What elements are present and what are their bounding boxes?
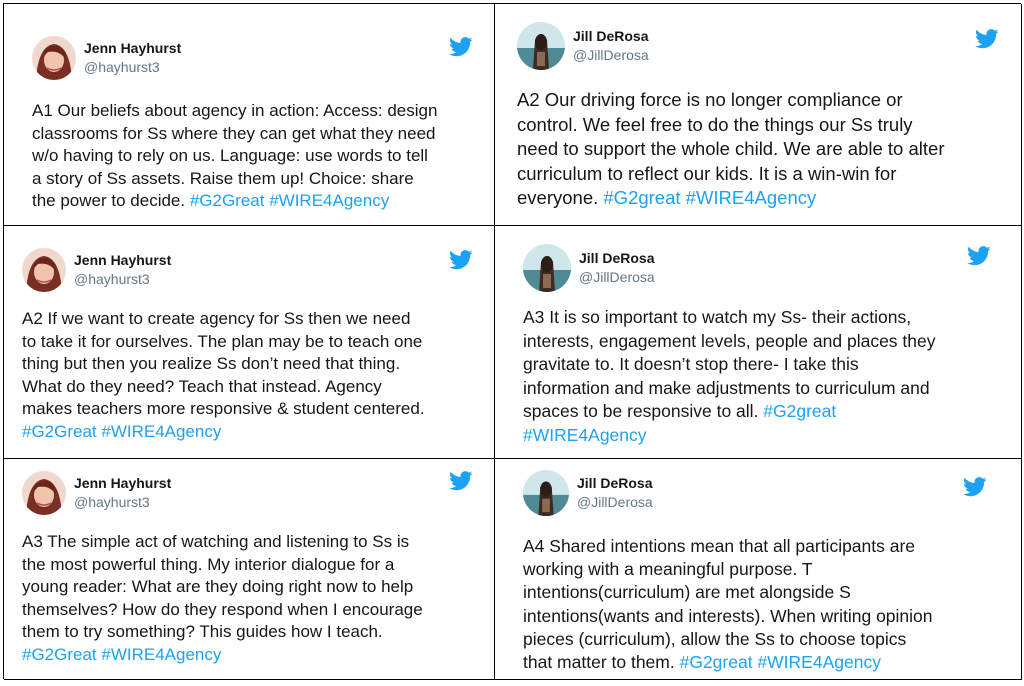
hashtags[interactable]: #G2great #WIRE4Agency (680, 652, 881, 672)
tweet-header: Jill DeRosa @JillDerosa (523, 240, 1013, 296)
hashtags[interactable]: #WIRE4Agency (523, 425, 647, 445)
twitter-bird-icon[interactable] (449, 37, 473, 57)
author-handle[interactable]: @JillDerosa (573, 46, 649, 65)
tweet-header: Jenn Hayhurst @hayhurst3 (22, 465, 487, 521)
tweet-card[interactable]: Jenn Hayhurst @hayhurst3 A1 Our beliefs … (4, 4, 495, 226)
author-handle[interactable]: @hayhurst3 (74, 270, 171, 289)
tweet-header: Jill DeRosa @JillDerosa (523, 465, 1013, 521)
author-handle[interactable]: @hayhurst3 (84, 58, 181, 77)
tweet-header: Jenn Hayhurst @hayhurst3 (22, 242, 487, 298)
author-name[interactable]: Jill DeRosa (579, 249, 655, 268)
avatar[interactable] (517, 22, 565, 70)
tweet-text: A2 Our driving force is no longer compli… (517, 89, 945, 208)
avatar[interactable] (22, 248, 66, 292)
author-handle[interactable]: @hayhurst3 (74, 493, 171, 512)
twitter-bird-icon[interactable] (963, 477, 987, 497)
tweet-text: A2 If we want to create agency for Ss th… (22, 309, 425, 441)
author-name[interactable]: Jill DeRosa (577, 474, 653, 493)
avatar[interactable] (523, 470, 569, 516)
author-name[interactable]: Jill DeRosa (573, 27, 649, 46)
avatar[interactable] (523, 244, 571, 292)
hashtags[interactable]: #G2Great #WIRE4Agency (190, 191, 389, 210)
tweet-card[interactable]: Jill DeRosa @JillDerosa A4 Shared intent… (495, 459, 1022, 680)
tweet-text: A3 The simple act of watching and listen… (22, 532, 423, 664)
twitter-bird-icon[interactable] (975, 29, 999, 49)
tweet-text: A3 It is so important to watch my Ss- th… (523, 307, 936, 445)
tweet-text: A1 Our beliefs about agency in action: A… (32, 101, 438, 210)
twitter-bird-icon[interactable] (449, 471, 473, 491)
tweet-card[interactable]: Jill DeRosa @JillDerosa A3 It is so impo… (495, 226, 1022, 459)
tweet-header: Jenn Hayhurst @hayhurst3 (32, 30, 482, 86)
hashtags[interactable]: #G2great (763, 401, 836, 421)
twitter-bird-icon[interactable] (967, 246, 991, 266)
tweet-header: Jill DeRosa @JillDerosa (517, 18, 1012, 74)
author-name[interactable]: Jenn Hayhurst (74, 474, 171, 493)
tweet-text: A4 Shared intentions mean that all parti… (523, 536, 933, 673)
tweet-card[interactable]: Jenn Hayhurst @hayhurst3 A2 If we want t… (4, 226, 495, 459)
author-name[interactable]: Jenn Hayhurst (84, 39, 181, 58)
avatar[interactable] (32, 36, 76, 80)
author-name[interactable]: Jenn Hayhurst (74, 251, 171, 270)
hashtags[interactable]: #G2Great #WIRE4Agency (22, 422, 221, 441)
avatar[interactable] (22, 471, 66, 515)
tweet-card[interactable]: Jill DeRosa @JillDerosa A2 Our driving f… (495, 4, 1022, 226)
twitter-bird-icon[interactable] (449, 250, 473, 270)
author-handle[interactable]: @JillDerosa (579, 268, 655, 287)
author-handle[interactable]: @JillDerosa (577, 493, 653, 512)
hashtags[interactable]: #G2great #WIRE4Agency (603, 187, 816, 208)
tweet-grid: Jenn Hayhurst @hayhurst3 A1 Our beliefs … (3, 3, 1022, 680)
tweet-card[interactable]: Jenn Hayhurst @hayhurst3 A3 The simple a… (4, 459, 495, 680)
hashtags[interactable]: #G2Great #WIRE4Agency (22, 645, 221, 664)
